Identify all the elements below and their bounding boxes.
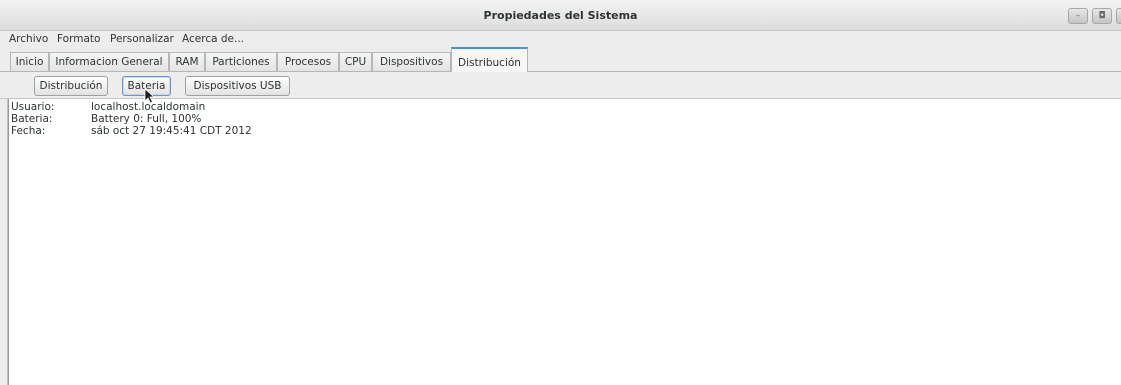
info-value: sáb oct 27 19:45:41 CDT 2012 [91, 125, 252, 137]
info-value: Battery 0: Full, 100% [91, 113, 202, 125]
tab-distribucion[interactable]: Distribución [451, 47, 528, 72]
menu-bar: Archivo Formato Personalizar Acerca de..… [0, 31, 1121, 47]
menu-item-acerca-de[interactable]: Acerca de... [182, 33, 244, 45]
title-bar[interactable]: Propiedades del Sistema – ◘ [0, 0, 1121, 31]
menu-item-archivo[interactable]: Archivo [9, 33, 48, 45]
tab-bar: Inicio Informacion General RAM Particion… [0, 47, 1121, 72]
tab-particiones[interactable]: Particiones [205, 52, 277, 72]
menu-item-personalizar[interactable]: Personalizar [110, 33, 174, 45]
tab-ram[interactable]: RAM [169, 52, 205, 72]
maximize-icon[interactable]: ◘ [1092, 8, 1112, 24]
tab-cpu[interactable]: CPU [339, 52, 372, 72]
info-label: Bateria: [11, 113, 53, 125]
info-panel: Usuario: localhost.localdomain Bateria: … [8, 99, 1121, 385]
dispositivos-usb-button[interactable]: Dispositivos USB [185, 76, 290, 96]
left-panel-edge [0, 99, 8, 385]
close-icon[interactable] [1116, 8, 1121, 24]
distribucion-button[interactable]: Distribución [34, 76, 108, 96]
tab-informacion-general[interactable]: Informacion General [49, 52, 169, 72]
info-label: Usuario: [11, 101, 55, 113]
tab-inicio[interactable]: Inicio [10, 52, 49, 72]
tab-procesos[interactable]: Procesos [277, 52, 339, 72]
tab-dispositivos[interactable]: Dispositivos [372, 52, 451, 72]
menu-item-formato[interactable]: Formato [57, 33, 100, 45]
button-bar: Distribución Bateria Dispositivos USB [0, 72, 1121, 99]
mouse-pointer-icon [144, 88, 156, 104]
window-title: Propiedades del Sistema [483, 9, 638, 22]
info-label: Fecha: [11, 125, 46, 137]
minimize-icon[interactable]: – [1068, 8, 1088, 24]
